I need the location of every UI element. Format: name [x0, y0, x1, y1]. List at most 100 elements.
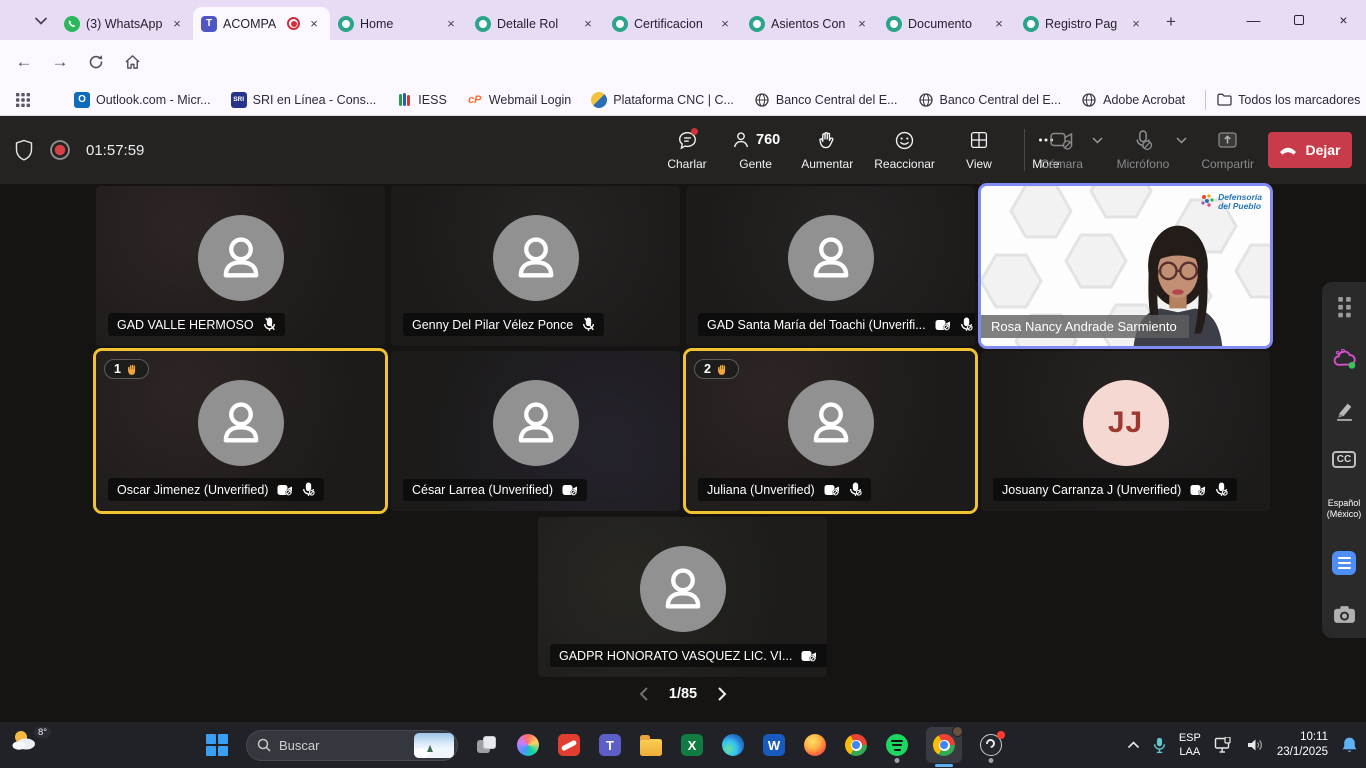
- network-icon[interactable]: [1214, 737, 1233, 754]
- search-highlight-image[interactable]: [414, 733, 454, 758]
- back-icon[interactable]: ←: [10, 48, 38, 76]
- bookmark-cnc[interactable]: Plataforma CNC | C...: [591, 92, 734, 108]
- captions-icon[interactable]: CC: [1332, 451, 1356, 468]
- transcript-doc-icon[interactable]: [1332, 551, 1356, 575]
- notification-bell-icon[interactable]: [1341, 736, 1358, 754]
- chrome-active-button[interactable]: [926, 727, 962, 763]
- bookmark-bce-2[interactable]: Banco Central del E...: [918, 92, 1062, 108]
- clock[interactable]: 10:1123/1/2025: [1277, 730, 1328, 760]
- mic-off-icon: [960, 317, 973, 332]
- tab-home[interactable]: Home ×: [330, 7, 467, 40]
- bookmark-bce-1[interactable]: Banco Central del E...: [754, 92, 898, 108]
- raise-hand-button[interactable]: Aumentar: [801, 129, 853, 171]
- leave-button[interactable]: Dejar: [1268, 132, 1352, 168]
- tray-expand-chevron-icon[interactable]: [1127, 741, 1140, 749]
- spotify-button[interactable]: [885, 733, 909, 757]
- start-button[interactable]: [205, 733, 229, 757]
- taskbar-weather-widget[interactable]: 8°: [10, 727, 51, 753]
- home-icon[interactable]: [118, 48, 146, 76]
- tab-teams-active[interactable]: T ACOMPA ×: [193, 7, 330, 40]
- tab-close-icon[interactable]: ×: [854, 16, 870, 32]
- pdf-app-button[interactable]: [557, 733, 581, 757]
- next-page-icon[interactable]: [717, 686, 728, 702]
- highlighter-icon[interactable]: [1334, 400, 1355, 421]
- grid-menu-icon[interactable]: [1337, 296, 1352, 319]
- bookmark-webmail[interactable]: cP Webmail Login: [467, 92, 571, 108]
- reload-icon[interactable]: [82, 48, 110, 76]
- teams-app-button[interactable]: T: [598, 733, 622, 757]
- forward-icon[interactable]: →: [46, 48, 74, 76]
- view-button[interactable]: View: [956, 129, 1002, 171]
- share-button[interactable]: Compartir: [1201, 129, 1254, 171]
- task-view-button[interactable]: [475, 733, 499, 757]
- react-button[interactable]: View Reaccionar: [874, 129, 935, 171]
- temperature-label: 8°: [34, 727, 51, 738]
- mic-in-use-icon[interactable]: [1153, 737, 1166, 754]
- participant-name: Genny Del Pilar Vélez Ponce: [412, 318, 573, 332]
- screenshot-camera-icon[interactable]: [1333, 605, 1356, 624]
- file-explorer-button[interactable]: [639, 733, 663, 757]
- participant-tile[interactable]: César Larrea (Unverified): [391, 351, 680, 511]
- participant-tile[interactable]: GAD Santa María del Toachi (Unverifi...: [686, 186, 975, 346]
- taskbar-search[interactable]: Buscar: [246, 730, 458, 761]
- tab-close-icon[interactable]: ×: [1128, 16, 1144, 32]
- new-tab-button[interactable]: +: [1158, 9, 1184, 35]
- chrome-button[interactable]: [844, 733, 868, 757]
- tab-close-icon[interactable]: ×: [443, 16, 459, 32]
- window-close-button[interactable]: ×: [1321, 0, 1366, 40]
- obs-button[interactable]: [979, 733, 1003, 757]
- previous-page-icon[interactable]: [638, 686, 649, 702]
- bookmark-outlook[interactable]: O Outlook.com - Micr...: [74, 92, 211, 108]
- microphone-button[interactable]: Micrófono: [1117, 129, 1170, 171]
- mic-options-chevron-icon[interactable]: [1176, 137, 1187, 144]
- chat-button[interactable]: Charlar: [664, 129, 710, 171]
- tab-asientos[interactable]: Asientos Con ×: [741, 7, 878, 40]
- keyboard-layout[interactable]: ESPLAA: [1179, 731, 1201, 760]
- tab-close-icon[interactable]: ×: [580, 16, 596, 32]
- task-view-icon: [477, 736, 497, 754]
- window-maximize-button[interactable]: [1276, 0, 1321, 40]
- bookmark-iess[interactable]: IESS: [396, 92, 447, 108]
- tab-close-icon[interactable]: ×: [991, 16, 1007, 32]
- word-button[interactable]: W: [762, 733, 786, 757]
- tab-close-icon[interactable]: ×: [717, 16, 733, 32]
- apps-grid-icon[interactable]: [12, 89, 34, 111]
- participant-tile[interactable]: GADPR HONORATO VASQUEZ LIC. VI...: [538, 517, 827, 677]
- globe-icon: [754, 92, 770, 108]
- participant-tile[interactable]: JJ Josuany Carranza J (Unverified): [981, 351, 1270, 511]
- tab-certificacion[interactable]: Certificacion ×: [604, 7, 741, 40]
- volume-icon[interactable]: [1246, 737, 1264, 753]
- participant-tile[interactable]: 1 Oscar Jimenez (Unverified): [96, 351, 385, 511]
- page-indicator: 1/85: [669, 686, 697, 702]
- window-minimize-button[interactable]: —: [1231, 0, 1276, 40]
- copilot-button[interactable]: [516, 733, 540, 757]
- divider: [1205, 90, 1206, 110]
- bookmark-sri[interactable]: SRI SRI en Línea - Cons...: [231, 92, 377, 108]
- tab-close-icon[interactable]: ×: [169, 16, 185, 32]
- tab-documento[interactable]: Documento ×: [878, 7, 1015, 40]
- firefox-icon: [804, 734, 826, 756]
- tab-close-icon[interactable]: ×: [306, 16, 322, 32]
- edge-button[interactable]: [721, 733, 745, 757]
- tab-search-chevron-icon[interactable]: [30, 10, 52, 32]
- avatar: [788, 380, 874, 466]
- excel-button[interactable]: X: [680, 733, 704, 757]
- camera-off-icon: [277, 484, 293, 496]
- chrome-icon: [845, 734, 867, 756]
- participant-tile-video[interactable]: Defensoríadel Pueblo Rosa Nancy Andrade …: [981, 186, 1270, 346]
- cnc-icon: [591, 92, 607, 108]
- camera-button[interactable]: Cámara: [1039, 129, 1085, 171]
- participant-tile[interactable]: Genny Del Pilar Vélez Ponce: [391, 186, 680, 346]
- firefox-button[interactable]: [803, 733, 827, 757]
- participant-tile[interactable]: GAD VALLE HERMOSO: [96, 186, 385, 346]
- participant-tile[interactable]: 2 Juliana (Unverified): [686, 351, 975, 511]
- people-button[interactable]: 760 Gente: [731, 129, 780, 171]
- weather-cloud-icon[interactable]: [1332, 349, 1356, 369]
- tab-detalle-rol[interactable]: Detalle Rol ×: [467, 7, 604, 40]
- chrome-icon: [933, 734, 955, 756]
- tab-registro[interactable]: Registro Pag ×: [1015, 7, 1152, 40]
- all-bookmarks-button[interactable]: Todos los marcadores: [1216, 92, 1360, 108]
- tab-whatsapp[interactable]: (3) WhatsApp ×: [56, 7, 193, 40]
- bookmark-adobe[interactable]: Adobe Acrobat: [1081, 92, 1185, 108]
- camera-options-chevron-icon[interactable]: [1092, 137, 1103, 144]
